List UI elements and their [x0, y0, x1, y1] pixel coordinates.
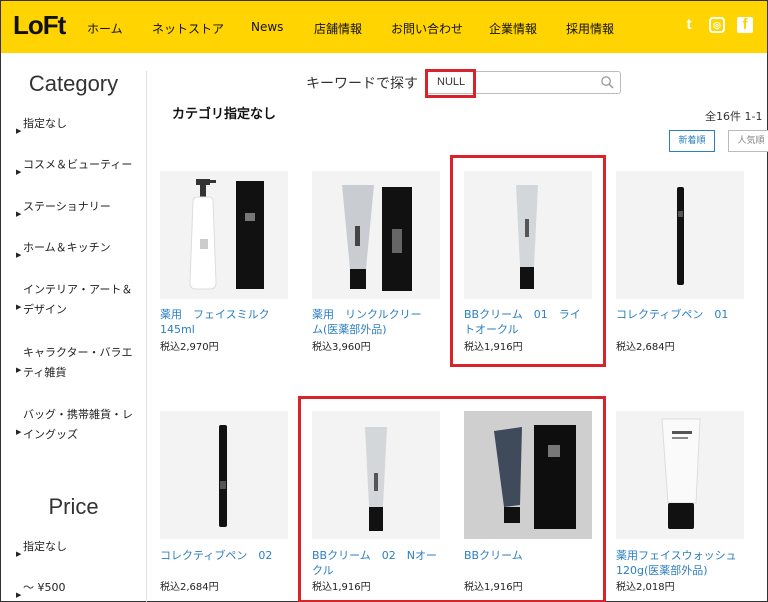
nav-netstore[interactable]: ネットストア [152, 20, 224, 37]
category-character[interactable]: ▶ キャラクター・バラエティ雑貨 [16, 343, 135, 383]
product-name[interactable]: 薬用 リンクルクリーム(医薬部外品) [312, 307, 432, 337]
price-heading: Price [48, 494, 99, 519]
product-image-pen-02[interactable] [160, 411, 288, 539]
product-name[interactable]: 薬用フェイスウォッシュ 120g(医薬部外品) [616, 548, 754, 578]
face-milk-image [189, 179, 264, 290]
category-bag[interactable]: ▶ バッグ・携帯雑貨・レイングッズ [16, 405, 137, 445]
price-label: 指定なし [23, 540, 67, 553]
product-image-pen-01[interactable] [616, 171, 744, 299]
loft-logo[interactable]: LoFt [13, 10, 66, 41]
price-none[interactable]: ▶ 指定なし [16, 537, 141, 558]
nav-home[interactable]: ホーム [87, 20, 123, 37]
highlight-box-bb-01 [450, 155, 606, 367]
category-interior[interactable]: ▶ インテリア・アート＆デザイン [16, 280, 141, 320]
pen-01-image [677, 187, 684, 285]
product-price: 税込3,960円 [312, 342, 371, 353]
sort-new-button[interactable]: 新着順 [669, 130, 715, 152]
wrinkle-cream-image [342, 185, 412, 291]
instagram-icon[interactable]: ◎ [709, 17, 725, 33]
product-price: 税込2,970円 [160, 342, 219, 353]
result-count: 全16件 1-1 [705, 110, 763, 123]
price-under-500[interactable]: ▶ ～ ¥500 [16, 578, 141, 599]
nav-news[interactable]: News [251, 20, 283, 34]
category-label: コスメ＆ビューティー [23, 158, 133, 171]
product-image-wrinkle-cream[interactable] [312, 171, 440, 299]
search-label: キーワードで探す [306, 76, 418, 92]
sidebar-divider [146, 71, 147, 602]
sort-popular-button[interactable]: 人気順 [728, 130, 768, 152]
product-name[interactable]: コレクティブペン 01 [616, 307, 754, 322]
pen-02-image [219, 425, 227, 527]
nav-recruit[interactable]: 採用情報 [566, 20, 614, 37]
face-wash-image [661, 418, 701, 529]
category-stationery[interactable]: ▶ ステーショナリー [16, 197, 141, 218]
category-none[interactable]: ▶ 指定なし [16, 114, 141, 135]
site-header: LoFt ホーム ネットストア News 店舗情報 お問い合わせ 企業情報 採用… [1, 1, 767, 53]
category-label: 指定なし [23, 117, 67, 130]
product-image-face-wash[interactable] [616, 411, 744, 539]
product-price: 税込2,684円 [616, 342, 675, 353]
product-name[interactable]: 薬用 フェイスミルク 145ml [160, 307, 281, 337]
product-price: 税込2,684円 [160, 582, 219, 593]
category-label: ステーショナリー [23, 200, 111, 213]
twitter-icon[interactable]: t [681, 17, 697, 33]
product-name[interactable]: コレクティブペン 02 [160, 548, 298, 563]
category-cosme[interactable]: ▶ コスメ＆ビューティー [16, 155, 141, 176]
search-icon[interactable] [600, 75, 615, 90]
nav-contact[interactable]: お問い合わせ [391, 20, 463, 37]
product-price: 税込2,018円 [616, 582, 675, 593]
category-label: バッグ・携帯雑貨・レイングッズ [23, 408, 133, 441]
product-image-face-milk[interactable] [160, 171, 288, 299]
highlight-box-bb-02 [298, 396, 606, 602]
category-home-kitchen[interactable]: ▶ ホーム＆キッチン [16, 238, 141, 259]
category-label: ホーム＆キッチン [23, 241, 111, 254]
category-label: キャラクター・バラエティ雑貨 [23, 346, 133, 379]
facebook-icon[interactable]: f [737, 17, 753, 33]
nav-company[interactable]: 企業情報 [489, 20, 537, 37]
category-label: インテリア・アート＆デザイン [23, 283, 133, 316]
page-title: カテゴリ指定なし [172, 107, 277, 122]
search-highlight-box [425, 69, 476, 98]
price-label: ～ ¥500 [23, 581, 66, 594]
nav-stores[interactable]: 店舗情報 [314, 20, 362, 37]
category-heading: Category [28, 71, 119, 96]
